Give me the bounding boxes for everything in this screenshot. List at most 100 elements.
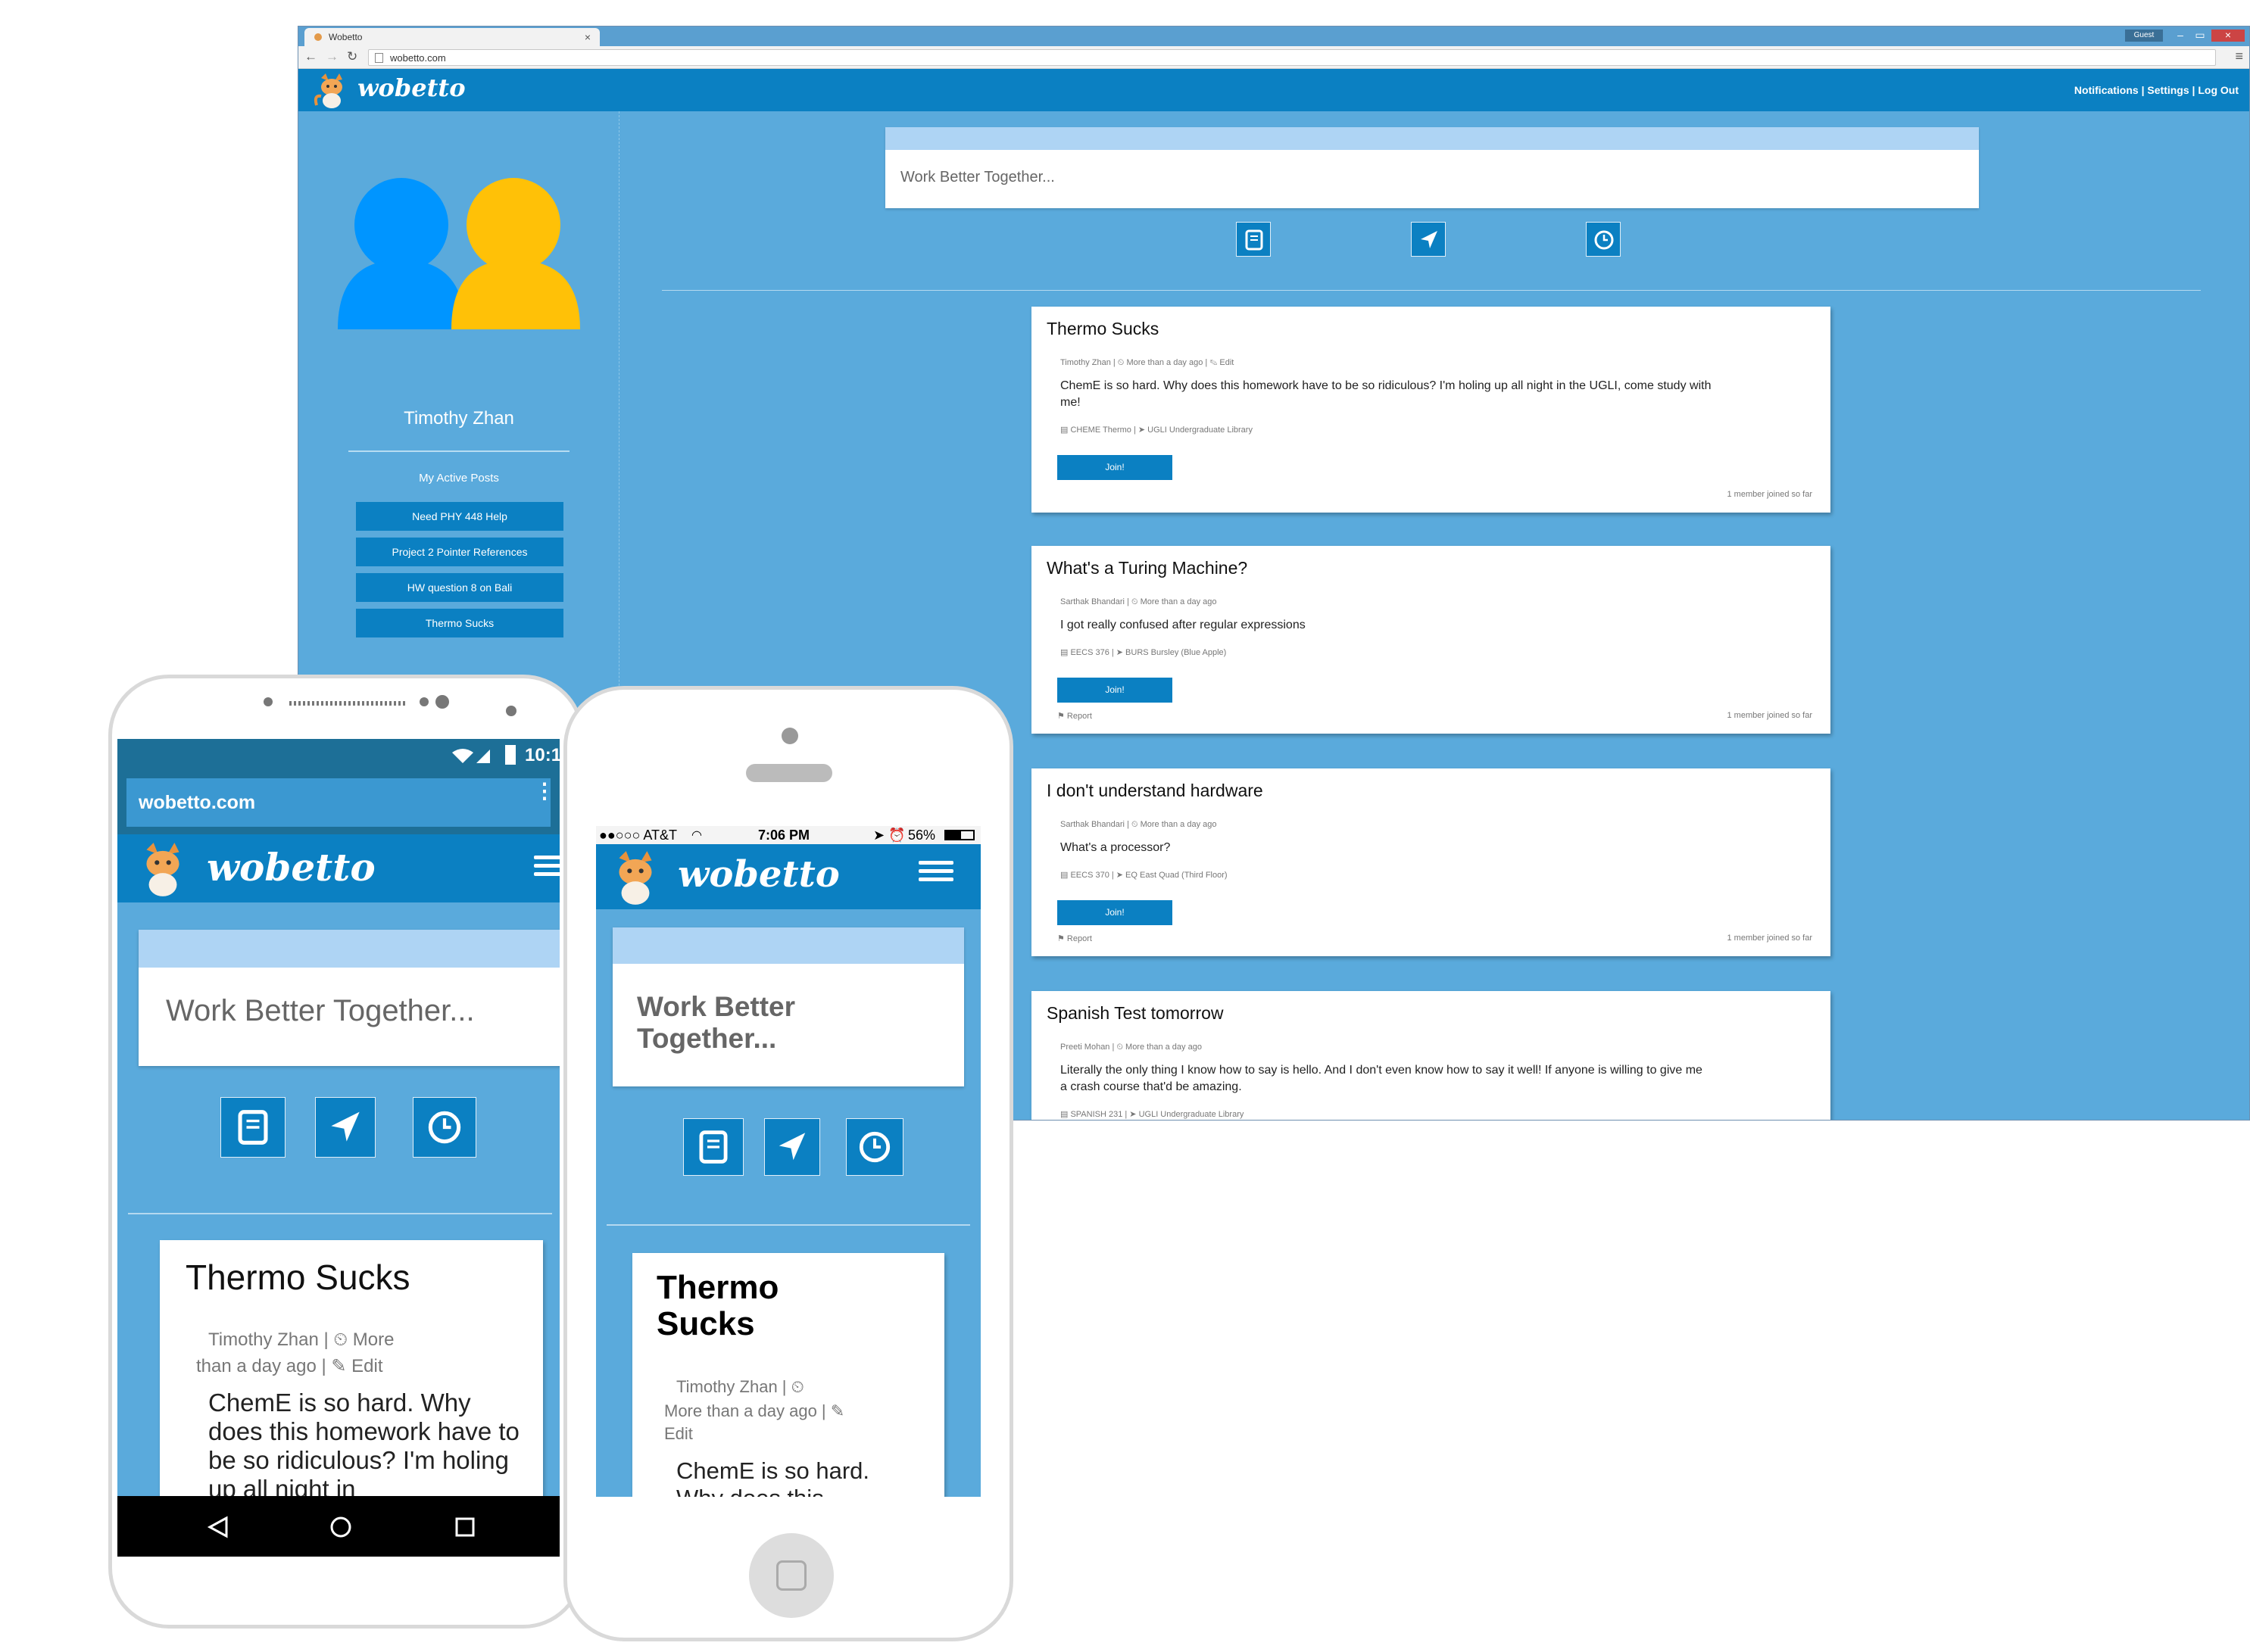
- tab-title: Wobetto: [329, 32, 363, 42]
- android-nav-bar: [117, 1496, 560, 1557]
- post-title[interactable]: What's a Turing Machine?: [1047, 558, 1247, 578]
- post-meta: Timothy Zhan | ⏲ More than a day ago | ✎…: [1060, 358, 1234, 367]
- notifications-link[interactable]: Notifications: [2074, 84, 2139, 96]
- app-header: wobetto Notifications | Settings | Log O…: [298, 69, 2249, 111]
- report-link[interactable]: ⚑ Report: [1057, 711, 1092, 721]
- post-title[interactable]: Thermo Sucks: [657, 1270, 884, 1342]
- logo-wordmark[interactable]: wobetto: [357, 73, 466, 102]
- book-icon: [238, 1110, 268, 1145]
- post-meta: Sarthak Bhandari | ⏲ More than a day ago: [1060, 597, 1217, 606]
- post-location: ▤ EECS 370 | ➤ EQ East Quad (Third Floor…: [1060, 871, 1228, 880]
- active-post-button[interactable]: Project 2 Pointer References: [356, 538, 563, 566]
- post-card: Thermo Sucks Timothy Zhan | ⏲ More than …: [632, 1253, 944, 1497]
- window-close-icon[interactable]: ×: [2211, 30, 2245, 42]
- nav-separator: |: [2141, 84, 2145, 96]
- filter-time-button[interactable]: [1586, 222, 1621, 257]
- browser-menu-icon[interactable]: ≡: [2235, 48, 2243, 64]
- address-bar-url: wobetto.com: [390, 52, 446, 64]
- logout-link[interactable]: Log Out: [2198, 84, 2239, 96]
- post-body: ChemE is so hard. Why does this homework…: [1060, 379, 1712, 409]
- home-button[interactable]: [749, 1533, 834, 1618]
- android-address-field[interactable]: wobetto.com ⋮: [126, 778, 555, 827]
- post-location: ▤ CHEME Thermo | ➤ UGLI Undergraduate Li…: [1060, 425, 1253, 435]
- favicon-icon: [314, 33, 322, 41]
- user-name: Timothy Zhan: [404, 408, 514, 429]
- filter-book-button[interactable]: [683, 1118, 744, 1176]
- active-post-button[interactable]: Need PHY 448 Help: [356, 502, 563, 531]
- post-card: Spanish Test tomorrow Preeti Mohan | ⏲ M…: [1031, 991, 1830, 1120]
- reload-icon[interactable]: ↻: [347, 49, 357, 64]
- active-post-button[interactable]: HW question 8 on Bali: [356, 573, 563, 602]
- report-link[interactable]: ⚑ Report: [1057, 934, 1092, 943]
- home-square-icon: [776, 1560, 807, 1591]
- members-count: 1 member joined so far: [1727, 934, 1813, 943]
- clock-icon: [1594, 230, 1614, 250]
- post-title[interactable]: Thermo Sucks: [1047, 319, 1159, 339]
- filter-time-button[interactable]: [413, 1097, 476, 1158]
- recents-square-icon[interactable]: [455, 1517, 475, 1537]
- post-body: I got really confused after regular expr…: [1060, 619, 1306, 631]
- logo-wordmark[interactable]: wobetto: [207, 845, 376, 890]
- hamburger-menu-icon[interactable]: [919, 861, 953, 882]
- filter-location-button[interactable]: [1411, 222, 1446, 257]
- back-icon[interactable]: ←: [304, 49, 317, 64]
- post-card: What's a Turing Machine? Sarthak Bhandar…: [1031, 546, 1830, 734]
- overflow-menu-icon[interactable]: ⋮: [534, 781, 555, 802]
- settings-link[interactable]: Settings: [2147, 84, 2189, 96]
- android-speaker-icon: [264, 695, 449, 709]
- search-placeholder: Work Better Together...: [900, 169, 1055, 185]
- post-title[interactable]: I don't understand hardware: [1047, 781, 1263, 801]
- post-card: I don't understand hardware Sarthak Bhan…: [1031, 768, 1830, 956]
- post-body: ChemE is so hard. Why does this: [676, 1457, 869, 1497]
- filter-location-button[interactable]: [764, 1118, 820, 1176]
- post-meta: Timothy Zhan | ⏲: [676, 1377, 804, 1396]
- join-button[interactable]: Join!: [1057, 455, 1172, 480]
- android-status-bar: 10:1: [117, 739, 560, 771]
- search-box[interactable]: Work Better Together...: [885, 127, 1979, 208]
- front-camera-icon: [782, 728, 798, 744]
- ios-battery: 56%: [908, 828, 936, 843]
- logo-wordmark[interactable]: wobetto: [678, 853, 840, 896]
- tab-strip: Wobetto × Guest – ▭ ×: [298, 26, 2249, 46]
- join-button[interactable]: Join!: [1057, 678, 1172, 703]
- address-bar[interactable]: wobetto.com: [368, 49, 2216, 66]
- search-placeholder: Work Better Together...: [166, 994, 475, 1027]
- post-title[interactable]: Spanish Test tomorrow: [1047, 1003, 1224, 1024]
- hamburger-menu-icon[interactable]: [534, 856, 560, 877]
- filter-location-button[interactable]: [315, 1097, 376, 1158]
- search-band: [885, 127, 1979, 150]
- feed-divider: [128, 1213, 552, 1214]
- home-circle-icon[interactable]: [329, 1516, 352, 1538]
- book-icon: [699, 1130, 728, 1164]
- filter-book-button[interactable]: [1236, 222, 1271, 257]
- join-button[interactable]: Join!: [1057, 900, 1172, 925]
- members-count: 1 member joined so far: [1727, 490, 1813, 499]
- post-title[interactable]: Thermo Sucks: [186, 1257, 410, 1298]
- browser-tab[interactable]: Wobetto ×: [304, 28, 600, 46]
- search-box[interactable]: Work Better Together...: [613, 927, 964, 1086]
- filter-book-button[interactable]: [220, 1097, 286, 1158]
- post-body: ChemE is so hard. Why does this homework…: [208, 1389, 520, 1503]
- location-arrow-icon: [1421, 231, 1437, 248]
- forward-icon[interactable]: →: [326, 49, 339, 64]
- cat-logo-icon[interactable]: [133, 836, 193, 901]
- active-post-button[interactable]: Thermo Sucks: [356, 609, 563, 637]
- nav-separator: |: [2192, 84, 2195, 96]
- filter-time-button[interactable]: [846, 1118, 903, 1176]
- minimize-icon[interactable]: –: [2172, 30, 2189, 42]
- post-meta: Timothy Zhan | ⏲ More: [208, 1329, 395, 1350]
- cat-logo-icon[interactable]: [312, 72, 351, 108]
- search-band: [613, 927, 964, 964]
- guest-profile-badge[interactable]: Guest: [2125, 30, 2163, 42]
- tab-close-icon[interactable]: ×: [585, 31, 591, 43]
- clock-icon: [859, 1131, 891, 1163]
- maximize-icon[interactable]: ▭: [2192, 30, 2208, 42]
- search-placeholder: Work Better Together...: [637, 991, 796, 1054]
- back-triangle-icon[interactable]: [207, 1516, 229, 1538]
- location-arrow-icon: [779, 1133, 806, 1161]
- search-box[interactable]: Work Better Together...: [139, 930, 560, 1066]
- book-icon: [1245, 229, 1263, 251]
- post-body: What's a processor?: [1060, 841, 1171, 854]
- cat-logo-icon[interactable]: [605, 846, 666, 908]
- post-body: Literally the only thing I know how to s…: [1060, 1064, 1702, 1093]
